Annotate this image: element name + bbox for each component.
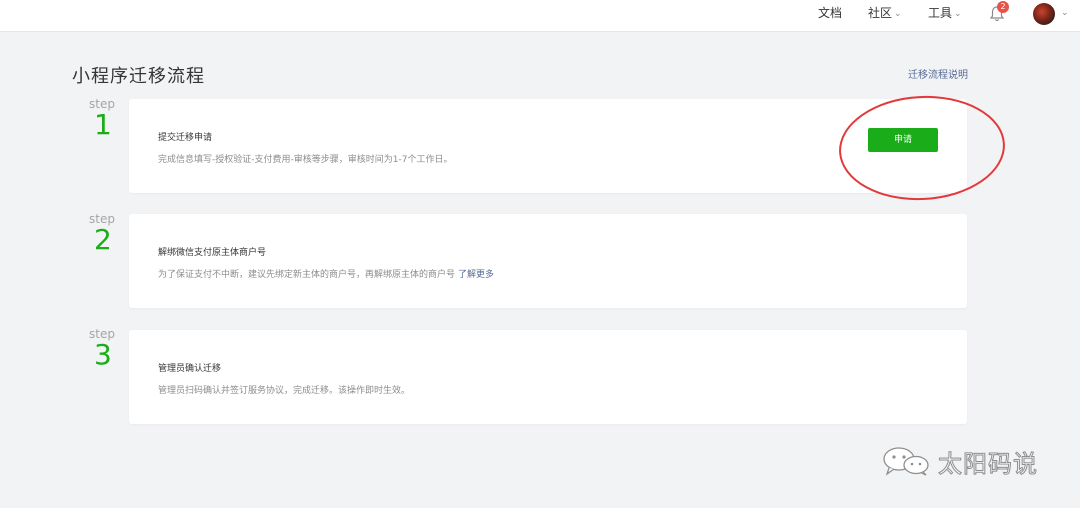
avatar[interactable] bbox=[1033, 3, 1055, 25]
nav-docs-link[interactable]: 文档 bbox=[818, 0, 842, 32]
step-description: 为了保证支付不中断，建议先绑定新主体的商户号，再解绑原主体的商户号 了解更多 bbox=[158, 267, 494, 280]
learn-more-link[interactable]: 了解更多 bbox=[458, 270, 494, 280]
watermark: 太阳码说 bbox=[880, 443, 1038, 479]
step-card-submit: 提交迁移申请 完成信息填写-授权验证-支付费用-审核等步骤，审核时间为1-7个工… bbox=[129, 99, 967, 193]
migration-help-link[interactable]: 迁移流程说明 bbox=[908, 66, 968, 81]
watermark-text: 太阳码说 bbox=[938, 449, 1038, 478]
nav-community-label: 社区 bbox=[868, 6, 893, 20]
step-title: 管理员确认迁移 bbox=[158, 364, 222, 374]
step-title: 解绑微信支付原主体商户号 bbox=[158, 248, 267, 258]
chevron-down-icon: ⌄ bbox=[894, 9, 902, 19]
step-description: 完成信息填写-授权验证-支付费用-审核等步骤，审核时间为1-7个工作日。 bbox=[158, 155, 453, 165]
step-number: 3 bbox=[94, 338, 112, 371]
step-card-confirm: 管理员确认迁移 管理员扫码确认并签订服务协议，完成迁移。该操作即时生效。 bbox=[129, 330, 967, 424]
nav-tools-menu[interactable]: 工具 ⌄ bbox=[928, 0, 962, 32]
chevron-down-icon[interactable]: ⌄ bbox=[1061, 8, 1069, 18]
step-card-unbind: 解绑微信支付原主体商户号 为了保证支付不中断，建议先绑定新主体的商户号，再解绑原… bbox=[129, 214, 967, 308]
apply-button[interactable]: 申请 bbox=[868, 128, 938, 152]
nav-community-menu[interactable]: 社区 ⌄ bbox=[868, 0, 902, 32]
step-number: 1 bbox=[94, 108, 112, 141]
step-description-text: 为了保证支付不中断，建议先绑定新主体的商户号，再解绑原主体的商户号 bbox=[158, 270, 456, 280]
notification-badge: 2 bbox=[997, 1, 1009, 13]
step-description: 管理员扫码确认并签订服务协议，完成迁移。该操作即时生效。 bbox=[158, 386, 411, 396]
step-number: 2 bbox=[94, 223, 112, 256]
nav-tools-label: 工具 bbox=[928, 6, 953, 20]
page-title: 小程序迁移流程 bbox=[72, 66, 205, 87]
step-title: 提交迁移申请 bbox=[158, 133, 213, 143]
chevron-down-icon: ⌄ bbox=[954, 9, 962, 19]
wechat-logo-icon bbox=[883, 447, 929, 476]
top-nav-bar: 文档 社区 ⌄ 工具 ⌄ 2 ⌄ bbox=[0, 0, 1080, 32]
